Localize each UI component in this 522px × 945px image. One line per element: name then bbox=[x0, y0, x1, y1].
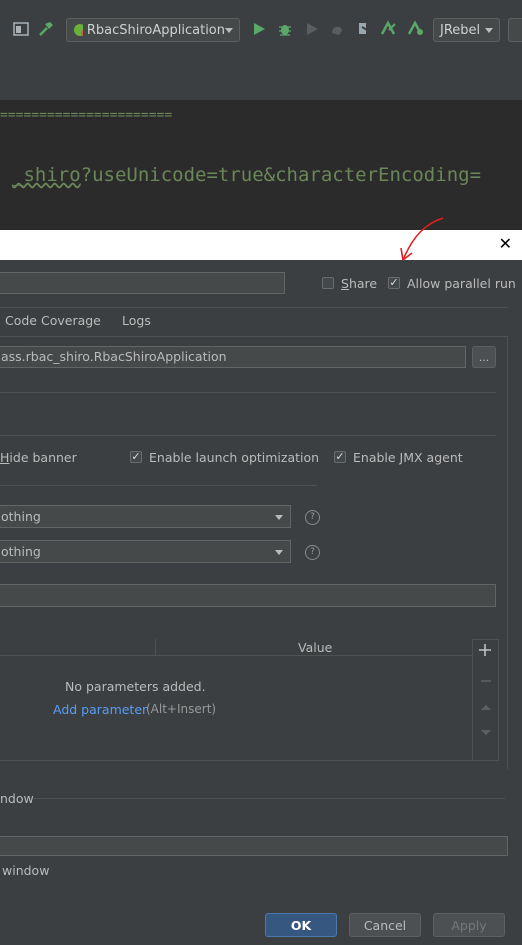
add-icon[interactable] bbox=[478, 643, 492, 660]
tab-logs[interactable]: Logs bbox=[122, 313, 151, 328]
build-hammer-icon[interactable] bbox=[37, 20, 55, 38]
divider bbox=[33, 798, 505, 799]
enable-launch-label: Enable launch optimization bbox=[149, 450, 320, 465]
before-launch-list[interactable] bbox=[0, 836, 508, 856]
cancel-button[interactable]: Cancel bbox=[349, 913, 421, 937]
main-class-value: ass.rbac_shiro.RbacShiroApplication bbox=[1, 349, 227, 364]
move-up-icon bbox=[480, 699, 492, 714]
code-line-separator: ====================== bbox=[0, 108, 173, 123]
active-profiles-field[interactable] bbox=[0, 584, 496, 607]
config-name-field[interactable] bbox=[0, 272, 285, 294]
enable-launch-checkbox[interactable]: ✓ bbox=[130, 451, 142, 463]
run-config-dialog: Share ✓ Allow parallel run Code Coverage… bbox=[0, 260, 522, 945]
apply-button: Apply bbox=[433, 913, 505, 937]
jrebel-label: JRebel bbox=[440, 22, 481, 38]
overflow-combo[interactable] bbox=[508, 18, 522, 42]
debug-icon[interactable] bbox=[276, 20, 294, 38]
jrebel-combo[interactable]: JRebel bbox=[433, 18, 500, 42]
column-divider bbox=[155, 639, 156, 656]
enable-jmx-checkbox[interactable]: ✓ bbox=[334, 451, 346, 463]
divider bbox=[0, 392, 496, 393]
help-icon[interactable]: ? bbox=[305, 510, 320, 525]
spring-boot-icon bbox=[74, 24, 83, 36]
tab-code-coverage[interactable]: Code Coverage bbox=[5, 313, 101, 328]
jrebel-debug-icon[interactable] bbox=[406, 20, 424, 38]
allow-parallel-label: Allow parallel run bbox=[407, 276, 516, 291]
table-header bbox=[0, 639, 473, 656]
run-icon[interactable] bbox=[250, 20, 268, 38]
allow-parallel-checkbox[interactable]: ✓ bbox=[388, 277, 400, 289]
run-config-combo[interactable]: RbacShiroApplication bbox=[66, 18, 240, 42]
on-update-select[interactable]: othing bbox=[0, 505, 291, 528]
divider bbox=[0, 485, 317, 486]
toolbar-divider bbox=[472, 639, 473, 761]
main-toolbar: RbacShiroApplication JRebel bbox=[0, 0, 522, 61]
enable-jmx-label: Enable JMX agent bbox=[353, 450, 463, 465]
on-update-value: othing bbox=[1, 509, 41, 524]
chevron-down-icon bbox=[225, 27, 233, 33]
divider bbox=[0, 435, 496, 436]
parameters-table bbox=[0, 639, 499, 761]
main-class-field[interactable]: ass.rbac_shiro.RbacShiroApplication bbox=[0, 346, 466, 368]
window-icon[interactable] bbox=[12, 20, 30, 38]
move-down-icon bbox=[480, 725, 492, 740]
divider bbox=[0, 307, 508, 308]
profile-icon bbox=[328, 20, 346, 38]
code-editor[interactable]: ====================== _shiro?useUnicode… bbox=[0, 100, 522, 230]
browse-button[interactable]: ... bbox=[472, 346, 496, 368]
section-label-window: ndow bbox=[0, 791, 34, 806]
chevron-down-icon bbox=[275, 550, 283, 555]
on-frame-deactivation-value: othing bbox=[1, 544, 41, 559]
run-coverage-icon bbox=[303, 20, 321, 38]
code-token-squiggle: _shiro bbox=[12, 164, 81, 186]
ok-button[interactable]: OK bbox=[265, 913, 337, 937]
empty-table-text: No parameters added. bbox=[65, 679, 206, 694]
share-checkbox[interactable] bbox=[322, 277, 334, 289]
attach-icon[interactable] bbox=[353, 20, 371, 38]
add-parameter-link[interactable]: Add parameter bbox=[53, 702, 147, 717]
hide-banner-label: Hide banner bbox=[0, 450, 77, 465]
jrebel-run-icon[interactable] bbox=[379, 20, 397, 38]
run-config-label: RbacShiroApplication bbox=[86, 22, 225, 38]
chevron-down-icon bbox=[275, 515, 283, 520]
on-frame-deactivation-select[interactable]: othing bbox=[0, 540, 291, 563]
close-icon[interactable]: ✕ bbox=[499, 236, 512, 252]
chevron-down-icon bbox=[485, 27, 493, 33]
help-icon[interactable]: ? bbox=[305, 545, 320, 560]
window-label: window bbox=[2, 863, 50, 878]
share-label: Share bbox=[341, 276, 378, 291]
editor-tab-strip bbox=[0, 60, 522, 101]
column-header-value: Value bbox=[298, 640, 333, 655]
annotation-arrow-icon bbox=[400, 217, 444, 261]
remove-icon bbox=[480, 672, 492, 687]
add-parameter-hint: (Alt+Insert) bbox=[146, 702, 217, 716]
code-line-url: _shiro?useUnicode=true&characterEncoding… bbox=[12, 164, 481, 186]
code-token-rest: ?useUnicode=true&characterEncoding= bbox=[80, 164, 482, 186]
